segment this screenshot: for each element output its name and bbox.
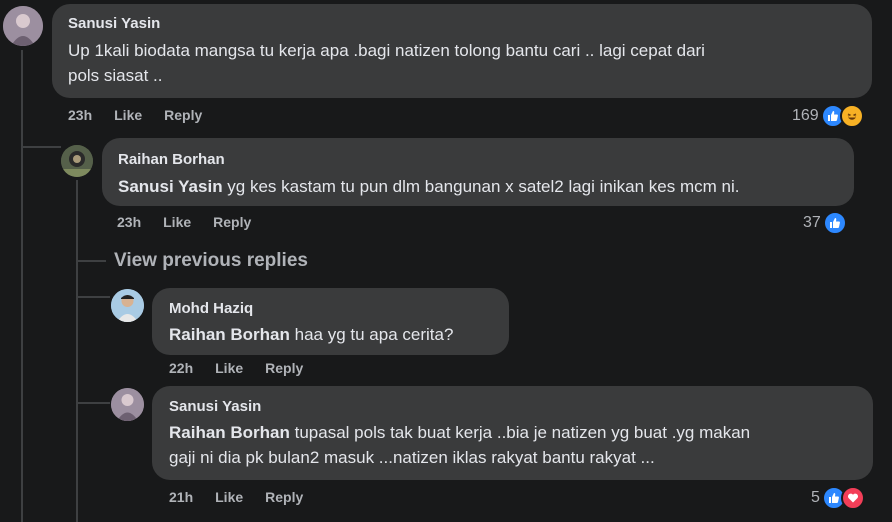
love-icon bbox=[840, 486, 865, 510]
comment-bubble: Sanusi Yasin Up 1kali biodata mangsa tu … bbox=[52, 4, 872, 98]
reaction-count: 169 bbox=[792, 107, 819, 124]
avatar[interactable] bbox=[3, 6, 43, 46]
comment-bubble: Raihan Borhan Sanusi Yasin yg kes kastam… bbox=[102, 138, 854, 206]
comment-text-line: Up 1kali biodata mangsa tu kerja apa .ba… bbox=[68, 41, 705, 60]
view-previous-replies[interactable]: View previous replies bbox=[114, 250, 308, 272]
like-button[interactable]: Like bbox=[114, 107, 142, 123]
reaction-count: 5 bbox=[811, 489, 820, 506]
haha-icon bbox=[839, 104, 864, 128]
avatar[interactable] bbox=[111, 388, 144, 421]
comment-body: tupasal pols tak buat kerja ..bia je nat… bbox=[289, 423, 751, 442]
mention-tag[interactable]: Raihan Borhan bbox=[169, 423, 290, 442]
like-icon bbox=[822, 211, 847, 235]
comment-text-line: gaji ni dia pk bulan2 masuk ...natizen i… bbox=[169, 448, 655, 467]
comment-text: Raihan Borhan haa yg tu apa cerita? bbox=[169, 322, 495, 347]
like-button[interactable]: Like bbox=[215, 489, 243, 505]
reaction-summary[interactable]: 5 bbox=[811, 486, 865, 510]
like-button[interactable]: Like bbox=[163, 214, 191, 230]
thread-connector-3 bbox=[76, 296, 110, 298]
comment-author[interactable]: Sanusi Yasin bbox=[169, 397, 859, 417]
comment-text-line: Raihan Borhan tupasal pols tak buat kerj… bbox=[169, 420, 859, 445]
comment-actions: 23h Like Reply bbox=[68, 107, 202, 123]
comment-bubble: Mohd Haziq Raihan Borhan haa yg tu apa c… bbox=[152, 288, 509, 355]
comment-time[interactable]: 23h bbox=[68, 107, 92, 123]
reply-button[interactable]: Reply bbox=[164, 107, 202, 123]
reply-button[interactable]: Reply bbox=[265, 489, 303, 505]
thread-line-reply bbox=[76, 180, 78, 522]
comment-time[interactable]: 23h bbox=[117, 214, 141, 230]
comment-time[interactable]: 22h bbox=[169, 360, 193, 376]
comment-time[interactable]: 21h bbox=[169, 489, 193, 505]
reply-button[interactable]: Reply bbox=[265, 360, 303, 376]
comment-text-line: pols siasat .. bbox=[68, 66, 163, 85]
thread-connector-1 bbox=[21, 146, 61, 148]
comment-author[interactable]: Mohd Haziq bbox=[169, 299, 495, 319]
reaction-summary[interactable]: 37 bbox=[803, 211, 847, 235]
thread-connector-4 bbox=[76, 402, 110, 404]
comment-author[interactable]: Sanusi Yasin bbox=[68, 14, 858, 34]
like-button[interactable]: Like bbox=[215, 360, 243, 376]
comment-actions: 23h Like Reply bbox=[117, 214, 251, 230]
reaction-count: 37 bbox=[803, 214, 821, 231]
thread-line-main bbox=[21, 50, 23, 522]
comment-author[interactable]: Raihan Borhan bbox=[118, 150, 840, 170]
comment-actions: 22h Like Reply bbox=[169, 360, 303, 376]
mention-tag[interactable]: Sanusi Yasin bbox=[118, 177, 223, 196]
thread-connector-2 bbox=[76, 260, 106, 262]
comment-actions: 21h Like Reply bbox=[169, 489, 303, 505]
comment-bubble: Sanusi Yasin Raihan Borhan tupasal pols … bbox=[152, 386, 873, 480]
reply-button[interactable]: Reply bbox=[213, 214, 251, 230]
mention-tag[interactable]: Raihan Borhan bbox=[169, 325, 290, 344]
avatar[interactable] bbox=[61, 145, 93, 177]
comment-body: haa yg tu apa cerita? bbox=[289, 325, 454, 344]
comment-body: yg kes kastam tu pun dlm bangunan x sate… bbox=[222, 177, 740, 196]
reaction-summary[interactable]: 169 bbox=[792, 104, 864, 128]
avatar[interactable] bbox=[111, 289, 144, 322]
comment-text: Sanusi Yasin yg kes kastam tu pun dlm ba… bbox=[118, 174, 840, 199]
